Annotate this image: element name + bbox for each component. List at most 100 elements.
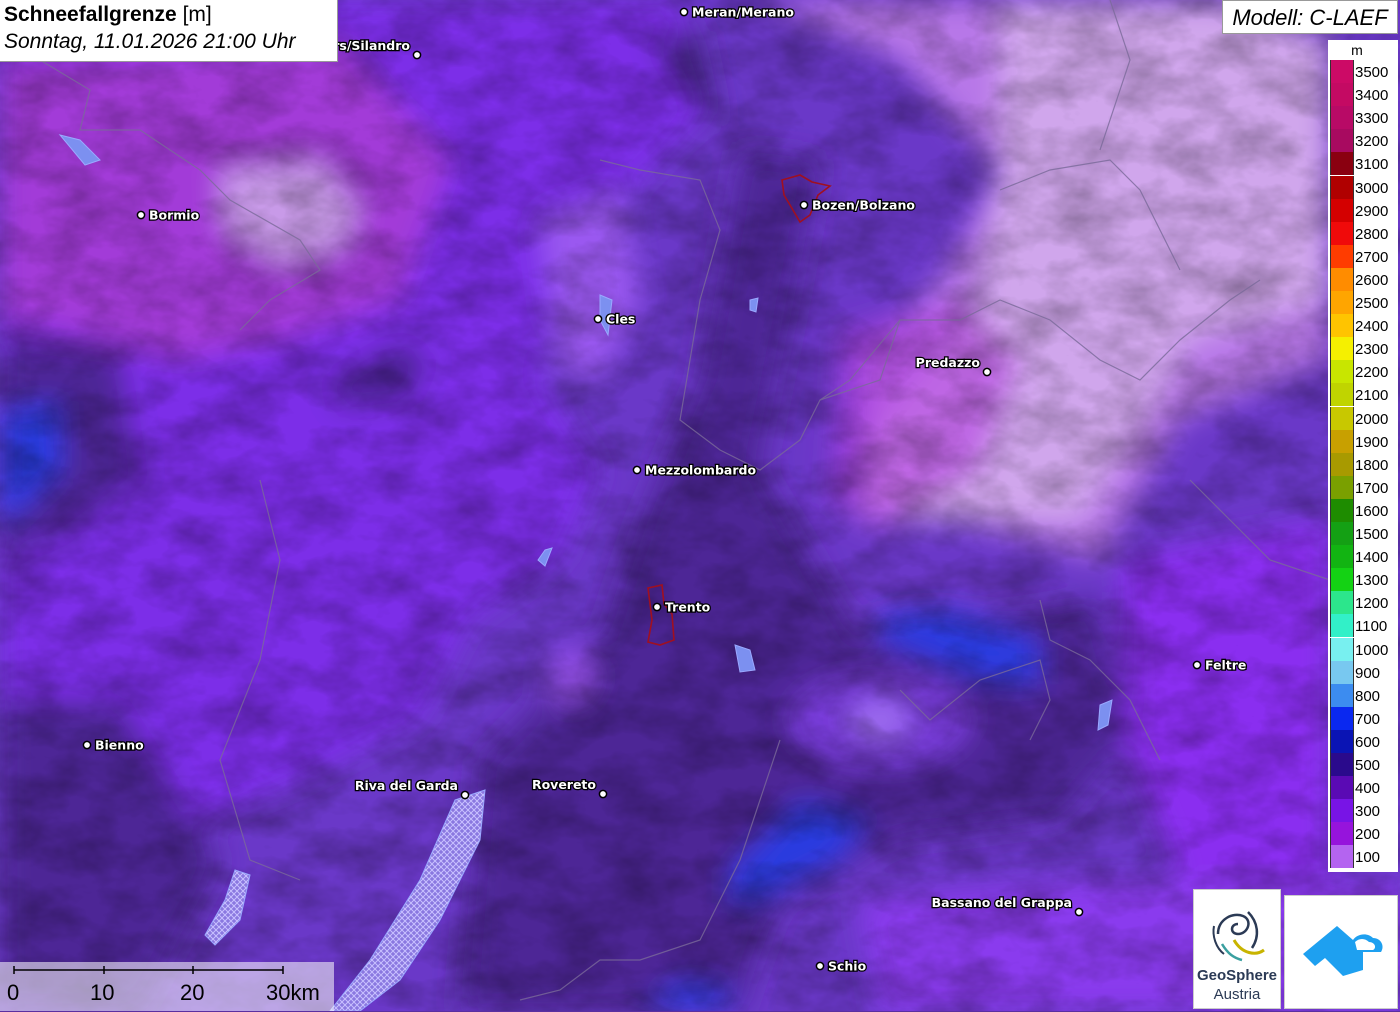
- legend-value: 3000: [1355, 179, 1389, 197]
- city-dot: [136, 210, 146, 220]
- legend-entry: 1000: [1330, 637, 1396, 661]
- legend-swatch: [1330, 568, 1354, 592]
- legend-value: 3200: [1355, 133, 1389, 151]
- lake-small-5: [749, 297, 759, 313]
- legend-swatch: [1330, 291, 1354, 315]
- legend-entry: 400: [1330, 776, 1396, 800]
- city-dot: [460, 790, 470, 800]
- legend-value: 1900: [1355, 433, 1389, 451]
- legend-value: 3400: [1355, 87, 1389, 105]
- legend-swatch: [1330, 498, 1354, 522]
- legend-entry: 1200: [1330, 591, 1396, 615]
- legend-entry: 2200: [1330, 360, 1396, 384]
- legend-value: 1400: [1355, 549, 1389, 567]
- legend-value: 2200: [1355, 364, 1389, 382]
- geosphere-emblem-icon: [1212, 911, 1265, 962]
- map-title: Schneefallgrenze [m]: [4, 2, 333, 28]
- legend-entry: 3300: [1330, 106, 1396, 130]
- legend-swatch: [1330, 106, 1354, 130]
- city-label: rs/Silandro: [333, 38, 410, 53]
- legend-value: 400: [1355, 780, 1381, 798]
- legend-entry: 500: [1330, 753, 1396, 777]
- legend-entry: 2500: [1330, 291, 1396, 315]
- city-label: Trento: [665, 600, 711, 615]
- legend-value: 2900: [1355, 202, 1389, 220]
- legend-entry: 1800: [1330, 452, 1396, 476]
- legend-swatch: [1330, 799, 1354, 823]
- legend-swatch: [1330, 660, 1354, 684]
- legend-swatch: [1330, 221, 1354, 245]
- legend-value: 1600: [1355, 502, 1389, 520]
- legend-swatch: [1330, 244, 1354, 268]
- legend-swatch: [1330, 383, 1354, 407]
- legend-entry: 3100: [1330, 152, 1396, 176]
- legend-value: 2700: [1355, 248, 1389, 266]
- city-dot: [982, 367, 992, 377]
- city-mezzolombardo[interactable]: Mezzolombardo: [632, 461, 758, 479]
- city-dot: [598, 789, 608, 799]
- legend-value: 900: [1355, 664, 1381, 682]
- legend-swatch: [1330, 845, 1354, 869]
- weather-app-logo[interactable]: [1284, 895, 1398, 1009]
- city-label: Schio: [828, 959, 867, 974]
- legend-entry: 1500: [1330, 522, 1396, 546]
- legend-value: 2400: [1355, 318, 1389, 336]
- legend-value: 1200: [1355, 595, 1389, 613]
- legend-entry: 2000: [1330, 406, 1396, 430]
- legend-swatch: [1330, 175, 1354, 199]
- legend-value: 3300: [1355, 110, 1389, 128]
- city-dot: [412, 50, 422, 60]
- legend-value: 3500: [1355, 64, 1389, 81]
- city-label: Riva del Garda: [355, 778, 458, 793]
- city-label: Bienno: [95, 738, 144, 753]
- legend-swatch: [1330, 729, 1354, 753]
- title-variable: Schneefallgrenze: [4, 3, 177, 26]
- city-label: Mezzolombardo: [645, 463, 756, 478]
- city-dot: [1074, 907, 1084, 917]
- legend-entry: 1700: [1330, 475, 1396, 499]
- legend-entry: 2100: [1330, 383, 1396, 407]
- legend-entry: 1400: [1330, 545, 1396, 569]
- legend-swatch: [1330, 637, 1354, 661]
- legend-entry: 900: [1330, 660, 1396, 684]
- scale-tick-0: 0: [7, 980, 20, 1005]
- legend-swatch: [1330, 591, 1354, 615]
- city-label: Feltre: [1205, 658, 1246, 673]
- map-title-box: Schneefallgrenze [m] Sonntag, 11.01.2026…: [0, 0, 338, 62]
- city-label: Bozen/Bolzano: [812, 198, 915, 213]
- legend-swatch: [1330, 522, 1354, 546]
- legend-swatch: [1330, 406, 1354, 430]
- legend-value: 200: [1355, 826, 1381, 844]
- legend-value: 1000: [1355, 641, 1389, 659]
- legend-value: 1500: [1355, 526, 1389, 543]
- legend-swatch: [1330, 545, 1354, 569]
- city-dot: [632, 465, 642, 475]
- scale-tick-10: 10: [90, 980, 115, 1005]
- legend-swatch: [1330, 822, 1354, 846]
- legend-swatch: [1330, 360, 1354, 384]
- legend-value: 1100: [1355, 618, 1388, 636]
- legend-value: 3100: [1355, 156, 1389, 174]
- city-meran-merano[interactable]: Meran/Merano: [679, 3, 796, 21]
- geosphere-logo[interactable]: GeoSphere Austria: [1193, 889, 1281, 1009]
- legend-value: 2800: [1355, 225, 1389, 243]
- legend-entry: 2300: [1330, 337, 1396, 361]
- legend-value: 2100: [1355, 387, 1389, 405]
- legend-swatch: [1330, 683, 1354, 707]
- legend-swatch: [1330, 475, 1354, 499]
- legend-entry: 2800: [1330, 221, 1396, 245]
- snowline-map[interactable]: Meran/Merano rs/Silandro Bormio Bozen/Bolza…: [0, 0, 1400, 1011]
- city-label: Cles: [606, 312, 635, 327]
- house-cloud-icon: [1303, 926, 1383, 976]
- legend-swatch: [1330, 614, 1354, 638]
- city-dot: [82, 740, 92, 750]
- city-label: Predazzo: [916, 355, 981, 370]
- color-legend: m 3500 3400 3300 3200 3100 3000 2900 2800 2700 26…: [1328, 40, 1398, 872]
- map-datetime: Sonntag, 11.01.2026 21:00 Uhr: [4, 30, 296, 53]
- city-label: Meran/Merano: [692, 5, 794, 20]
- legend-value: 2000: [1355, 410, 1389, 428]
- legend-entry: 1600: [1330, 498, 1396, 522]
- city-bozen-bolzano[interactable]: Bozen/Bolzano: [799, 196, 917, 214]
- legend-entry: 700: [1330, 706, 1396, 730]
- legend-entry: 1900: [1330, 429, 1396, 453]
